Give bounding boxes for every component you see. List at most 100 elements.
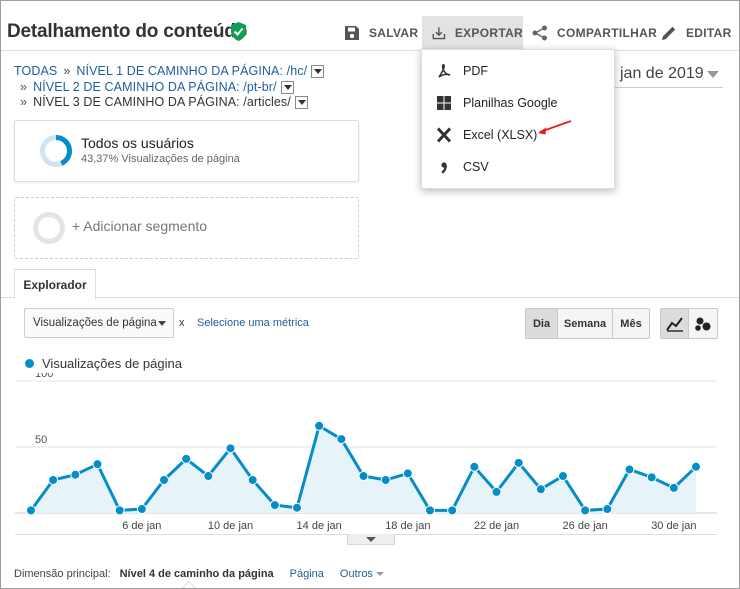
export-menu-label: CSV — [463, 160, 489, 174]
share-button[interactable]: COMPARTILHAR — [532, 16, 657, 49]
verified-shield-icon — [231, 22, 246, 41]
data-point[interactable] — [292, 502, 302, 513]
data-point[interactable] — [92, 459, 103, 470]
dimension-page-option[interactable]: Página — [290, 568, 324, 580]
x-tick-label: 10 de jan — [208, 520, 253, 532]
data-point[interactable] — [402, 468, 413, 479]
data-point[interactable] — [114, 505, 125, 516]
metric-select[interactable]: Visualizações de página — [24, 308, 174, 338]
data-point[interactable] — [314, 420, 325, 431]
breadcrumb-level3-current: NÍVEL 3 DE CAMINHO DA PÁGINA: /articles/ — [33, 95, 291, 109]
data-point[interactable] — [48, 475, 59, 485]
breadcrumb-separator: » — [63, 64, 71, 78]
annotation-arrow — [538, 120, 572, 135]
data-point[interactable] — [602, 504, 613, 515]
data-point[interactable] — [624, 464, 635, 475]
x-tick-label: 22 de jan — [474, 520, 519, 532]
metric-remove-button[interactable]: x — [179, 317, 185, 329]
y-tick-label: 100 — [35, 373, 53, 380]
metric-select-caret-icon[interactable] — [158, 321, 166, 326]
breadcrumb-level3-dropdown[interactable] — [294, 95, 308, 109]
data-point[interactable] — [646, 472, 657, 483]
breadcrumb-level2-link[interactable]: NÍVEL 2 DE CAMINHO DA PÁGINA: /pt-br/ — [33, 80, 277, 94]
breadcrumb-level1-dropdown[interactable] — [311, 64, 325, 78]
export-menu-item-csv[interactable]: CSV — [422, 151, 614, 183]
bubble-chart-icon — [695, 317, 711, 331]
data-point[interactable] — [358, 471, 369, 482]
save-button[interactable]: SALVAR — [344, 16, 418, 49]
granularity-month-button[interactable]: Mês — [612, 308, 650, 339]
data-point[interactable] — [425, 505, 435, 516]
excel-icon — [435, 126, 453, 144]
export-menu-item-google-sheets[interactable]: Planilhas Google — [422, 87, 614, 119]
export-menu-item-excel[interactable]: Excel (XLSX) — [422, 119, 614, 151]
chevron-down-icon — [375, 572, 384, 577]
data-point[interactable] — [513, 457, 524, 468]
breadcrumb-row-3: » NÍVEL 3 DE CAMINHO DA PÁGINA: /article… — [20, 95, 308, 109]
data-point[interactable] — [447, 505, 458, 516]
line-chart-icon — [665, 316, 683, 332]
data-point[interactable] — [159, 475, 169, 485]
pencil-icon — [662, 26, 676, 40]
export-button[interactable]: EXPORTAR — [422, 16, 523, 49]
data-point[interactable] — [535, 484, 546, 495]
tab-bar-divider — [1, 297, 739, 298]
breadcrumb-level1-link[interactable]: NÍVEL 1 DE CAMINHO DA PÁGINA: /hc/ — [76, 64, 307, 78]
add-segment-card[interactable]: + Adicionar segmento — [14, 197, 359, 259]
share-icon — [532, 25, 547, 40]
data-point[interactable] — [558, 471, 568, 482]
date-range-picker[interactable]: jan de 2019 — [620, 65, 704, 83]
empty-segment-ring-icon — [33, 212, 65, 244]
series-area-fill — [31, 425, 696, 513]
data-point[interactable] — [691, 461, 701, 472]
csv-comma-icon — [435, 158, 453, 176]
metric-select-value: Visualizações de página — [33, 317, 157, 329]
data-point[interactable] — [136, 504, 147, 515]
data-point[interactable] — [70, 469, 81, 480]
data-point[interactable] — [26, 505, 36, 516]
data-point[interactable] — [580, 505, 591, 516]
segment-card-all-users[interactable]: Todos os usuários 43,37% Visualizações d… — [14, 120, 359, 182]
report-header: Detalhamento do conteúdo SALVAR EXPORTAR — [1, 1, 739, 51]
dimension-more-dropdown[interactable]: Outros — [340, 568, 384, 580]
dimension-selected-pointer — [181, 580, 197, 588]
y-tick-label: 50 — [35, 434, 47, 446]
export-menu-label: PDF — [463, 64, 488, 78]
data-point[interactable] — [380, 475, 391, 485]
x-tick-label: 26 de jan — [563, 520, 608, 532]
tab-explorador[interactable]: Explorador — [14, 269, 96, 299]
breadcrumb-all-link[interactable]: TODAS — [14, 64, 57, 78]
edit-label: EDITAR — [686, 25, 732, 40]
data-point[interactable] — [491, 486, 502, 497]
breadcrumb-separator: » — [20, 95, 28, 109]
data-point[interactable] — [203, 471, 214, 482]
dimension-active-option[interactable]: Nível 4 de caminho da página — [120, 568, 274, 580]
data-point[interactable] — [181, 453, 192, 464]
download-icon — [432, 26, 446, 39]
add-segment-label: + Adicionar segmento — [72, 218, 208, 234]
edit-button[interactable]: EDITAR — [661, 16, 732, 49]
data-point[interactable] — [336, 434, 347, 445]
granularity-day-button[interactable]: Dia — [525, 308, 558, 339]
chart-expand-handle[interactable] — [347, 534, 395, 545]
data-point[interactable] — [469, 461, 480, 472]
export-menu-label: Excel (XLSX) — [463, 128, 538, 142]
granularity-week-button[interactable]: Semana — [557, 308, 613, 339]
motion-chart-view-button[interactable] — [688, 308, 718, 339]
data-point[interactable] — [225, 443, 236, 454]
breadcrumb-row-1: TODAS » NÍVEL 1 DE CAMINHO DA PÁGINA: /h… — [14, 64, 325, 78]
legend-series-marker — [25, 359, 34, 368]
data-point[interactable] — [269, 500, 280, 511]
breadcrumb-row-2: » NÍVEL 2 DE CAMINHO DA PÁGINA: /pt-br/ — [20, 80, 294, 94]
add-metric-link[interactable]: Selecione uma métrica — [197, 317, 309, 329]
date-range-caret-icon[interactable] — [707, 71, 719, 78]
x-tick-label: 6 de jan — [122, 520, 161, 532]
x-tick-label: 30 de jan — [651, 520, 696, 532]
legend-series-label[interactable]: Visualizações de página — [42, 356, 182, 371]
export-menu-item-pdf[interactable]: PDF — [422, 55, 614, 87]
data-point[interactable] — [668, 482, 679, 493]
data-point[interactable] — [247, 475, 258, 485]
breadcrumb-level2-dropdown[interactable] — [280, 80, 294, 94]
segment-donut-icon — [40, 135, 72, 167]
line-chart-view-button[interactable] — [660, 308, 689, 339]
